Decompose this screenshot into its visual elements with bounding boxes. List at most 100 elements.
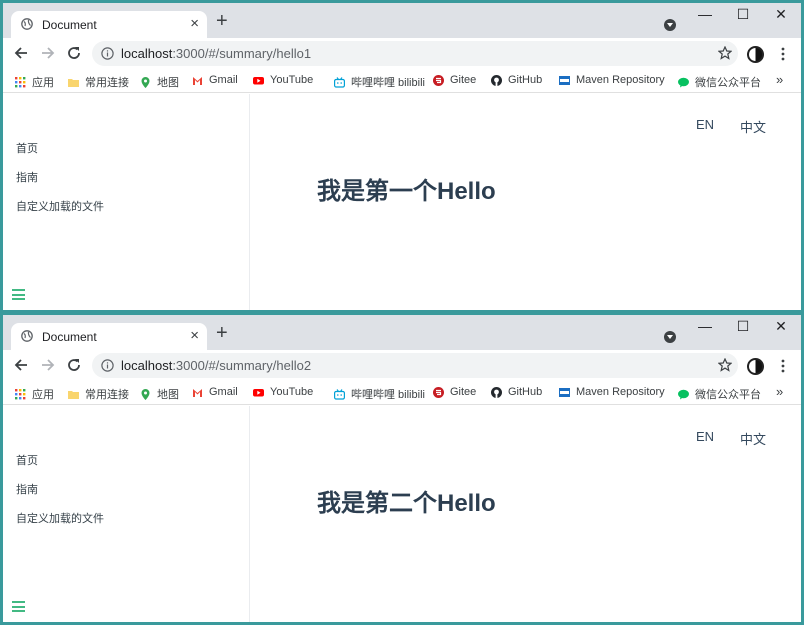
back-arrow-icon[interactable] <box>12 356 30 374</box>
minimize-icon[interactable]: — <box>695 318 715 334</box>
reload-icon[interactable] <box>65 44 83 62</box>
bookmark-label: GitHub <box>508 386 543 398</box>
minimize-icon[interactable]: — <box>695 6 715 22</box>
info-icon[interactable] <box>101 47 114 60</box>
gitee-icon <box>433 386 444 398</box>
sidebar-item-guide[interactable]: 指南 <box>16 169 38 185</box>
bookmark-item[interactable]: 哔哩哔哩 bilibili <box>334 386 425 402</box>
page-heading: 我是第一个Hello <box>317 178 496 205</box>
sidebar-item-home[interactable]: 首页 <box>16 452 38 468</box>
bookmarks-bar: 应用 常用连接 地图 Gmail YouTube 哔哩哔哩 bilibili Gitee Gi… <box>3 69 801 93</box>
browser-window-1: Document × + — ☐ ✕ localhost:3000/#/summ… <box>3 3 801 310</box>
folder-icon <box>68 389 79 400</box>
lang-zh-link[interactable]: 中文 <box>740 117 766 136</box>
new-tab-icon[interactable]: + <box>216 11 228 31</box>
bookmark-item[interactable]: 微信公众平台 <box>678 74 761 90</box>
back-arrow-icon[interactable] <box>12 44 30 62</box>
tab-close-icon[interactable]: × <box>190 328 199 344</box>
maximize-icon[interactable]: ☐ <box>733 318 753 334</box>
bookmark-label: 哔哩哔哩 bilibili <box>351 389 425 401</box>
new-tab-icon[interactable]: + <box>216 323 228 343</box>
youtube-icon <box>253 387 264 398</box>
extension-icon[interactable] <box>747 46 764 63</box>
bookmark-item[interactable]: Maven Repository <box>559 386 665 398</box>
address-bar[interactable]: localhost:3000/#/summary/hello1 <box>92 41 738 66</box>
bookmark-item[interactable]: GitHub <box>491 386 542 398</box>
bookmark-star-icon[interactable] <box>718 46 732 60</box>
browser-window-2: Document × + — ☐ ✕ localhost:3000/#/summ… <box>3 315 801 622</box>
bookmark-item[interactable]: 常用连接 <box>68 386 129 402</box>
bookmark-label: 常用连接 <box>85 77 129 89</box>
tab-strip: Document × + — ☐ ✕ <box>3 3 801 38</box>
url-host: localhost <box>121 46 173 61</box>
gmail-icon <box>192 75 203 86</box>
bookmarks-bar: 应用 常用连接 地图 Gmail YouTube 哔哩哔哩 bilibili Gitee Gi… <box>3 381 801 405</box>
extension-icon[interactable] <box>747 358 764 375</box>
bookmarks-overflow-icon[interactable]: » <box>776 384 783 399</box>
sidebar-item-custom-files[interactable]: 自定义加载的文件 <box>16 510 104 526</box>
bookmark-item[interactable]: GitHub <box>491 74 542 86</box>
bookmark-item[interactable]: Gmail <box>192 74 238 86</box>
forward-arrow-icon[interactable] <box>39 44 57 62</box>
bookmark-label: 微信公众平台 <box>695 77 761 89</box>
sidebar-item-home[interactable]: 首页 <box>16 140 38 156</box>
bookmark-label: 微信公众平台 <box>695 389 761 401</box>
bookmark-label: 哔哩哔哩 bilibili <box>351 77 425 89</box>
bookmark-label: Gitee <box>450 386 477 398</box>
sidebar-toggle-icon[interactable] <box>12 601 25 612</box>
maximize-icon[interactable]: ☐ <box>733 6 753 22</box>
apps-grid-icon <box>15 388 26 400</box>
forward-arrow-icon[interactable] <box>39 356 57 374</box>
bookmark-item[interactable]: Gitee <box>433 74 476 86</box>
tab-search-icon[interactable] <box>664 19 676 31</box>
bookmark-item[interactable]: YouTube <box>253 386 313 398</box>
browser-tab[interactable]: Document × <box>11 11 207 38</box>
browser-tab[interactable]: Document × <box>11 323 207 350</box>
bookmark-item[interactable]: 应用 <box>15 386 54 402</box>
bookmark-item[interactable]: Gitee <box>433 386 476 398</box>
github-icon <box>491 386 502 398</box>
sidebar-toggle-icon[interactable] <box>12 289 25 300</box>
bookmark-star-icon[interactable] <box>718 358 732 372</box>
bookmark-item[interactable]: Maven Repository <box>559 74 665 86</box>
bookmarks-overflow-icon[interactable]: » <box>776 72 783 87</box>
tab-close-icon[interactable]: × <box>190 16 199 32</box>
kebab-menu-icon[interactable] <box>780 359 786 373</box>
lang-en-link[interactable]: EN <box>696 117 714 132</box>
close-window-icon[interactable]: ✕ <box>771 318 791 334</box>
kebab-menu-icon[interactable] <box>780 47 786 61</box>
tab-title: Document <box>42 330 97 344</box>
maps-pin-icon <box>140 76 151 88</box>
bookmark-label: Gmail <box>209 386 238 398</box>
address-bar[interactable]: localhost:3000/#/summary/hello2 <box>92 353 738 378</box>
bookmark-label: Gitee <box>450 74 477 86</box>
bookmark-item[interactable]: 哔哩哔哩 bilibili <box>334 74 425 90</box>
sidebar-item-custom-files[interactable]: 自定义加载的文件 <box>16 198 104 214</box>
gitee-icon <box>433 74 444 86</box>
close-window-icon[interactable]: ✕ <box>771 6 791 22</box>
bookmark-label: 常用连接 <box>85 389 129 401</box>
bookmark-item[interactable]: Gmail <box>192 386 238 398</box>
reload-icon[interactable] <box>65 356 83 374</box>
bookmark-item[interactable]: YouTube <box>253 74 313 86</box>
bilibili-icon <box>334 76 346 88</box>
bilibili-icon <box>334 388 346 400</box>
gmail-icon <box>192 387 203 398</box>
info-icon[interactable] <box>101 359 114 372</box>
bookmark-item[interactable]: 地图 <box>140 74 179 90</box>
bookmark-item[interactable]: 地图 <box>140 386 179 402</box>
bookmark-label: 地图 <box>157 389 179 401</box>
globe-icon <box>21 330 33 342</box>
sidebar: 首页 指南 自定义加载的文件 <box>3 406 250 622</box>
wechat-icon <box>678 77 689 88</box>
bookmark-item[interactable]: 微信公众平台 <box>678 386 761 402</box>
bookmark-label: 应用 <box>32 77 54 89</box>
lang-en-link[interactable]: EN <box>696 429 714 444</box>
github-icon <box>491 74 502 86</box>
lang-zh-link[interactable]: 中文 <box>740 429 766 448</box>
bookmark-label: GitHub <box>508 74 543 86</box>
sidebar-item-guide[interactable]: 指南 <box>16 481 38 497</box>
bookmark-item[interactable]: 常用连接 <box>68 74 129 90</box>
bookmark-item[interactable]: 应用 <box>15 74 54 90</box>
tab-search-icon[interactable] <box>664 331 676 343</box>
